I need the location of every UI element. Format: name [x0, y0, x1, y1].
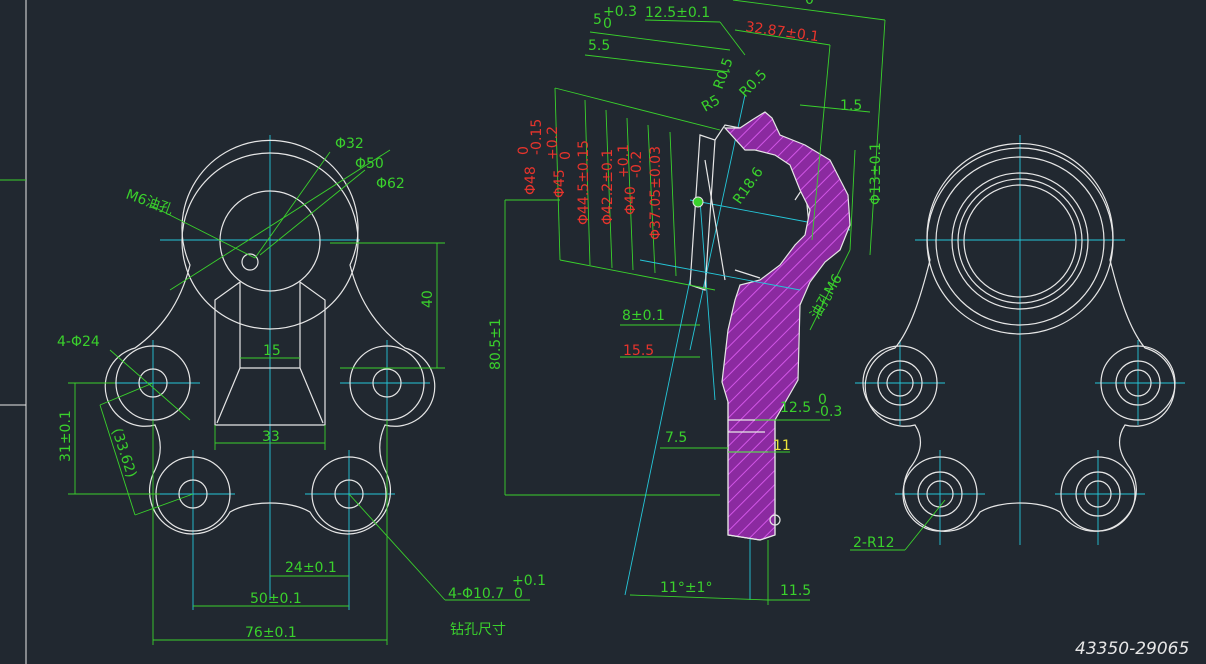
dim-15-5: 15.5 — [623, 343, 654, 359]
dim-33-62: (33.62) — [108, 426, 139, 479]
dim-r5: R5 — [699, 92, 723, 115]
dim-r18-6: R18.6 — [730, 165, 767, 208]
dim-d40-tol-low: -0.2 — [629, 151, 645, 178]
dim-5-tol-low: 0 — [603, 16, 612, 32]
dim-holes-10-7-tol-low: 0 — [514, 586, 523, 602]
dim-11-5: 11.5 — [780, 583, 811, 599]
dim-d62: Φ62 — [376, 176, 405, 192]
dim-12-5-b: 12.5 — [780, 400, 811, 416]
oil-hole-m6: 油孔M6 — [808, 271, 846, 322]
dim-50: 50±0.1 — [250, 591, 302, 607]
dim-8: 8±0.1 — [622, 308, 665, 324]
dim-holes-4x24: 4-Φ24 — [57, 334, 100, 350]
dim-angle: 11°±1° — [660, 580, 712, 596]
dim-d48-tol-low: -0.15 — [529, 119, 545, 155]
dim-12-5-b-tol-low: -0.3 — [815, 404, 842, 420]
drawing-number: 43350-29065 — [1075, 639, 1189, 659]
dim-d32: Φ32 — [335, 136, 364, 152]
dim-d45: Φ45 — [552, 169, 568, 198]
dim-top: 0 — [805, 0, 814, 8]
dim-d44-5: Φ44.5±0.15 — [576, 140, 592, 225]
dim-r0-5-a: R0.5 — [711, 56, 737, 92]
dim-15: 15 — [263, 343, 281, 359]
dim-32-87: 32.87±0.1 — [744, 19, 820, 45]
dim-d50: Φ50 — [355, 156, 384, 172]
dim-holes-10-7: 4-Φ10.7 — [448, 586, 504, 602]
dim-40: 40 — [420, 290, 436, 308]
dim-2-r12: 2-R12 — [853, 535, 895, 551]
dim-80-5: 80.5±1 — [488, 318, 504, 370]
dim-d37-05: Φ37.05±0.03 — [648, 146, 664, 240]
dim-d48: Φ48 — [523, 166, 539, 195]
dim-d45-tol-low: 0 — [558, 151, 574, 160]
dim-r0-5-b: R0.5 — [737, 67, 771, 101]
dim-24: 24±0.1 — [285, 560, 337, 576]
dim-12-5: 12.5±0.1 — [645, 5, 710, 21]
frame-border — [0, 0, 27, 664]
dim-d40: Φ40 — [623, 186, 639, 215]
dim-d13: Φ13±0.1 — [868, 142, 884, 205]
dim-oil-hole: M6油孔 — [124, 187, 176, 219]
drill-note: 钻孔尺寸 — [450, 622, 506, 638]
dim-5-5: 5.5 — [588, 38, 610, 54]
cad-drawing-canvas[interactable]: Φ32 Φ50 Φ62 M6油孔 40 15 33 4-Φ24 31±0.1 (… — [0, 0, 1206, 664]
dim-5: 5 — [593, 12, 602, 28]
dim-33: 33 — [262, 429, 280, 445]
right-view — [850, 135, 1185, 551]
dim-1-5: 1.5 — [840, 98, 862, 114]
dim-31: 31±0.1 — [58, 410, 74, 462]
dim-11: 11 — [773, 438, 791, 454]
dim-d42-2: Φ42.2±0.1 — [600, 149, 616, 225]
dim-7-5: 7.5 — [665, 430, 687, 446]
dim-76: 76±0.1 — [245, 625, 297, 641]
